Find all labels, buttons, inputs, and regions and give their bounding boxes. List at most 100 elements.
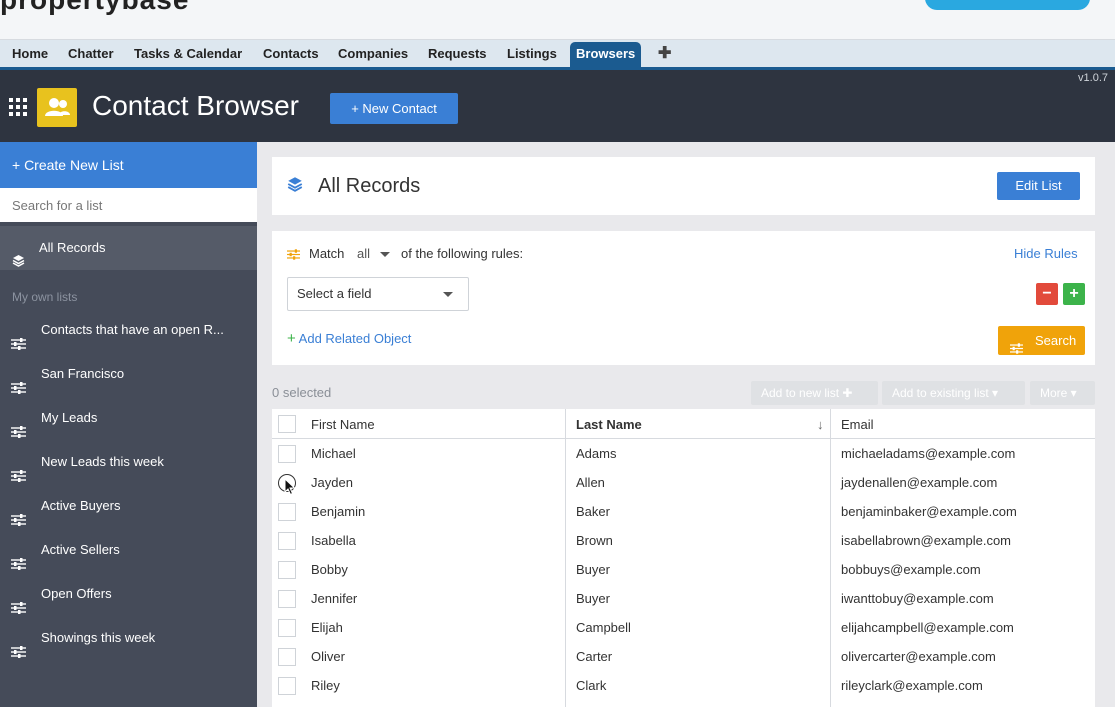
tab-contacts[interactable]: Contacts [263, 46, 319, 61]
table-row[interactable]: Jayden Allen jaydenallen@example.com [272, 468, 1095, 497]
row-checkbox[interactable] [278, 445, 296, 463]
layers-icon [12, 241, 25, 285]
table-row[interactable]: Elijah Campbell elijahcampbell@example.c… [272, 613, 1095, 642]
sidebar-item-label: All Records [39, 240, 106, 255]
app-launcher-icon[interactable] [9, 98, 27, 116]
sidebar-item-my-leads[interactable]: My Leads [0, 396, 257, 440]
sidebar-item-active-sellers[interactable]: Active Sellers [0, 528, 257, 572]
email-cell: benjaminbaker@example.com [841, 504, 1017, 519]
column-header-first-name[interactable]: First Name [311, 417, 375, 432]
row-checkbox[interactable] [278, 648, 296, 666]
first-name-cell: Jayden [311, 475, 353, 490]
select-all-checkbox[interactable] [278, 415, 296, 433]
sidebar-item-san-francisco[interactable]: San Francisco [0, 352, 257, 396]
new-contact-button[interactable]: + New Contact [330, 93, 458, 124]
edit-list-button[interactable]: Edit List [997, 172, 1080, 200]
sidebar-item-new-leads-this-week[interactable]: New Leads this week [0, 440, 257, 484]
first-name-cell: Riley [311, 678, 340, 693]
last-name-cell: Clark [576, 678, 607, 693]
last-name-cell: Allen [576, 475, 605, 490]
tab-tasks-calendar[interactable]: Tasks & Calendar [134, 46, 242, 61]
sidebar-item-label: Showings this week [41, 630, 156, 645]
remove-rule-button[interactable]: − [1036, 283, 1058, 305]
table-row[interactable]: Jennifer Buyer iwanttobuy@example.com [272, 584, 1095, 613]
sidebar-item-open-requests[interactable]: Contacts that have an open R... [0, 308, 257, 352]
email-cell: iwanttobuy@example.com [841, 591, 994, 606]
tab-chatter[interactable]: Chatter [68, 46, 114, 61]
search-button[interactable]: Search [998, 326, 1085, 355]
row-checkbox[interactable] [278, 532, 296, 550]
hide-rules-link[interactable]: Hide Rules [1014, 246, 1078, 261]
sidebar-item-open-offers[interactable]: Open Offers [0, 572, 257, 616]
filter-sliders-icon [11, 412, 26, 440]
table-row[interactable]: Riley Clark rileyclark@example.com [272, 671, 1095, 700]
sidebar-item-label: New Leads this week [41, 454, 164, 469]
add-rule-button[interactable]: + [1063, 283, 1085, 305]
row-checkbox[interactable] [278, 677, 296, 695]
row-checkbox[interactable] [278, 561, 296, 579]
sidebar-item-label: San Francisco [41, 366, 125, 381]
sidebar-item-all-records[interactable]: All Records [0, 226, 257, 270]
row-checkbox[interactable] [278, 619, 296, 637]
version-label: v1.0.7 [1078, 72, 1108, 84]
email-cell: rileyclark@example.com [841, 678, 983, 693]
list-search-input[interactable] [0, 188, 257, 222]
row-checkbox[interactable] [278, 503, 296, 521]
tab-companies[interactable]: Companies [338, 46, 408, 61]
more-actions-button[interactable]: More ▾ [1030, 381, 1095, 405]
table-row[interactable]: Benjamin Baker benjaminbaker@example.com [272, 497, 1095, 526]
sidebar-item-showings-this-week[interactable]: Showings this week [0, 616, 257, 660]
column-header-last-name[interactable]: Last Name [576, 417, 642, 432]
browser-top-strip: propertybase [0, 0, 1115, 40]
first-name-cell: Benjamin [311, 504, 366, 519]
first-name-cell: Elijah [311, 620, 343, 635]
last-name-cell: Adams [576, 446, 617, 461]
add-to-new-list-label: Add to new list [761, 386, 840, 400]
row-checkbox[interactable] [278, 590, 296, 608]
sidebar-item-label: My Leads [41, 410, 98, 425]
sidebar-item-active-buyers[interactable]: Active Buyers [0, 484, 257, 528]
match-mode-select[interactable]: all [357, 246, 370, 261]
section-label-my-lists: My own lists [12, 290, 78, 304]
add-to-new-list-button[interactable]: Add to new list ✚ [751, 381, 878, 405]
rules-panel: Match all of the following rules: Hide R… [272, 231, 1095, 365]
email-cell: elijahcampbell@example.com [841, 620, 1014, 635]
table-row[interactable]: Isabella Brown isabellabrown@example.com [272, 526, 1095, 555]
filter-sliders-icon [11, 544, 26, 572]
plus-icon[interactable]: ✚ [658, 43, 671, 63]
last-name-cell: Carter [576, 649, 613, 664]
tab-listings[interactable]: Listings [507, 46, 557, 61]
last-name-cell: Baker [576, 504, 610, 519]
first-name-cell: Oliver [311, 649, 345, 664]
add-to-existing-list-label: Add to existing list [892, 386, 989, 400]
more-label: More [1040, 386, 1068, 400]
rules-description: of the following rules: [401, 246, 524, 261]
last-name-cell: Buyer [576, 562, 610, 577]
filter-sliders-icon [11, 500, 26, 528]
create-new-list-button[interactable]: + Create New List [0, 142, 257, 188]
app-logo: propertybase [0, 0, 189, 16]
table-row[interactable]: Michael Adams michaeladams@example.com [272, 439, 1095, 468]
page-header: Contact Browser + New Contact v1.0.7 [0, 70, 1115, 142]
tab-requests[interactable]: Requests [428, 46, 487, 61]
filter-sliders-icon [11, 588, 26, 616]
top-action-pill[interactable] [925, 0, 1090, 10]
column-header-email[interactable]: Email [841, 417, 874, 432]
mouse-cursor-icon [284, 477, 296, 499]
field-select-value: Select a field [297, 286, 372, 301]
last-name-cell: Campbell [576, 620, 631, 635]
records-title: All Records [318, 175, 421, 197]
field-select[interactable]: Select a field [287, 277, 469, 311]
email-cell: olivercarter@example.com [841, 649, 996, 664]
add-to-existing-list-button[interactable]: Add to existing list ▾ [882, 381, 1025, 405]
table-row[interactable]: Oliver Carter olivercarter@example.com [272, 642, 1095, 671]
sort-desc-icon[interactable]: ↓ [817, 417, 824, 432]
chevron-down-icon[interactable] [380, 252, 390, 257]
add-related-object-link[interactable]: + Add Related Object [287, 330, 411, 347]
filter-sliders-icon [1010, 335, 1023, 364]
all-records-panel: All Records Edit List [272, 157, 1095, 215]
table-row[interactable]: Bobby Buyer bobbuys@example.com [272, 555, 1095, 584]
tab-browsers[interactable]: Browsers [570, 42, 642, 67]
last-name-cell: Buyer [576, 591, 610, 606]
tab-home[interactable]: Home [12, 46, 48, 61]
